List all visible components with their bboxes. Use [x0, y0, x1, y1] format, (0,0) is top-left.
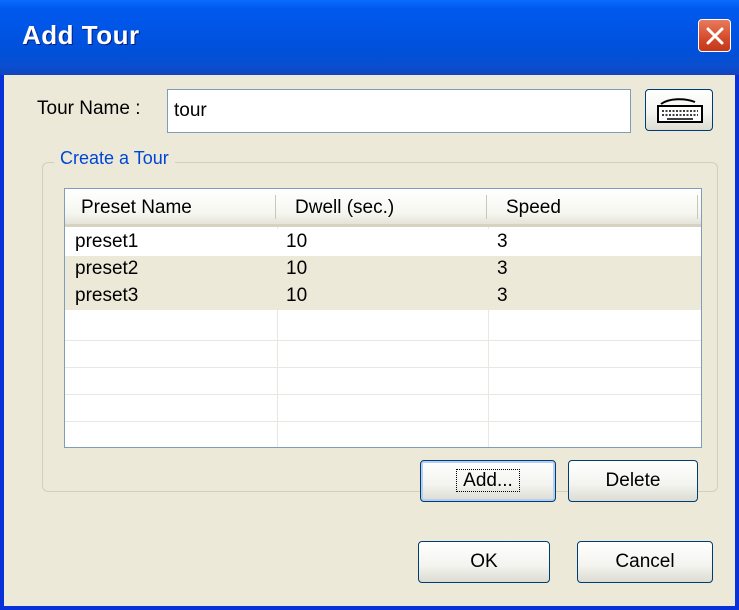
dwell-cell: 10: [286, 231, 308, 252]
keyboard-button[interactable]: [645, 89, 713, 131]
cancel-button-label: Cancel: [615, 551, 675, 572]
column-divider[interactable]: [486, 195, 487, 219]
preset-name-cell: preset3: [75, 285, 139, 306]
grid-line: [65, 421, 701, 422]
preset-name-cell: preset1: [75, 231, 139, 252]
ok-button-label: OK: [470, 551, 498, 572]
speed-cell: 3: [497, 285, 508, 306]
close-button[interactable]: [698, 19, 731, 52]
window-title: Add Tour: [22, 20, 140, 50]
column-header-preset-name[interactable]: Preset Name: [81, 197, 192, 219]
grid-line: [65, 367, 701, 368]
ok-button[interactable]: OK: [418, 541, 550, 583]
speed-cell: 3: [497, 258, 508, 279]
tour-name-label: Tour Name :: [37, 98, 141, 119]
list-header: Preset Name Dwell (sec.) Speed: [65, 189, 701, 227]
table-row[interactable]: preset1 10 3: [65, 229, 701, 256]
add-tour-dialog: Add Tour Tour Name : Create a Tour Prese…: [0, 0, 739, 610]
column-header-speed[interactable]: Speed: [506, 197, 561, 219]
add-button-label: Add...: [456, 469, 520, 492]
close-icon: [706, 27, 724, 45]
column-divider[interactable]: [697, 195, 698, 219]
group-label: Create a Tour: [54, 148, 175, 169]
preset-name-cell: preset2: [75, 258, 139, 279]
cancel-button[interactable]: Cancel: [577, 541, 713, 583]
delete-button[interactable]: Delete: [568, 460, 698, 502]
dwell-cell: 10: [286, 285, 308, 306]
table-row[interactable]: preset3 10 3: [65, 283, 701, 310]
table-row[interactable]: preset2 10 3: [65, 256, 701, 283]
delete-button-label: Delete: [605, 470, 661, 491]
grid-line: [65, 394, 701, 395]
speed-cell: 3: [497, 231, 508, 252]
dwell-cell: 10: [286, 258, 308, 279]
column-divider[interactable]: [275, 195, 276, 219]
grid-line: [65, 340, 701, 341]
add-button[interactable]: Add...: [420, 460, 556, 502]
column-header-dwell[interactable]: Dwell (sec.): [295, 197, 394, 219]
title-bar: Add Tour: [0, 0, 739, 75]
keyboard-icon: [657, 98, 703, 123]
tour-name-input[interactable]: [167, 89, 631, 133]
preset-list[interactable]: Preset Name Dwell (sec.) Speed preset1 1…: [64, 188, 702, 448]
